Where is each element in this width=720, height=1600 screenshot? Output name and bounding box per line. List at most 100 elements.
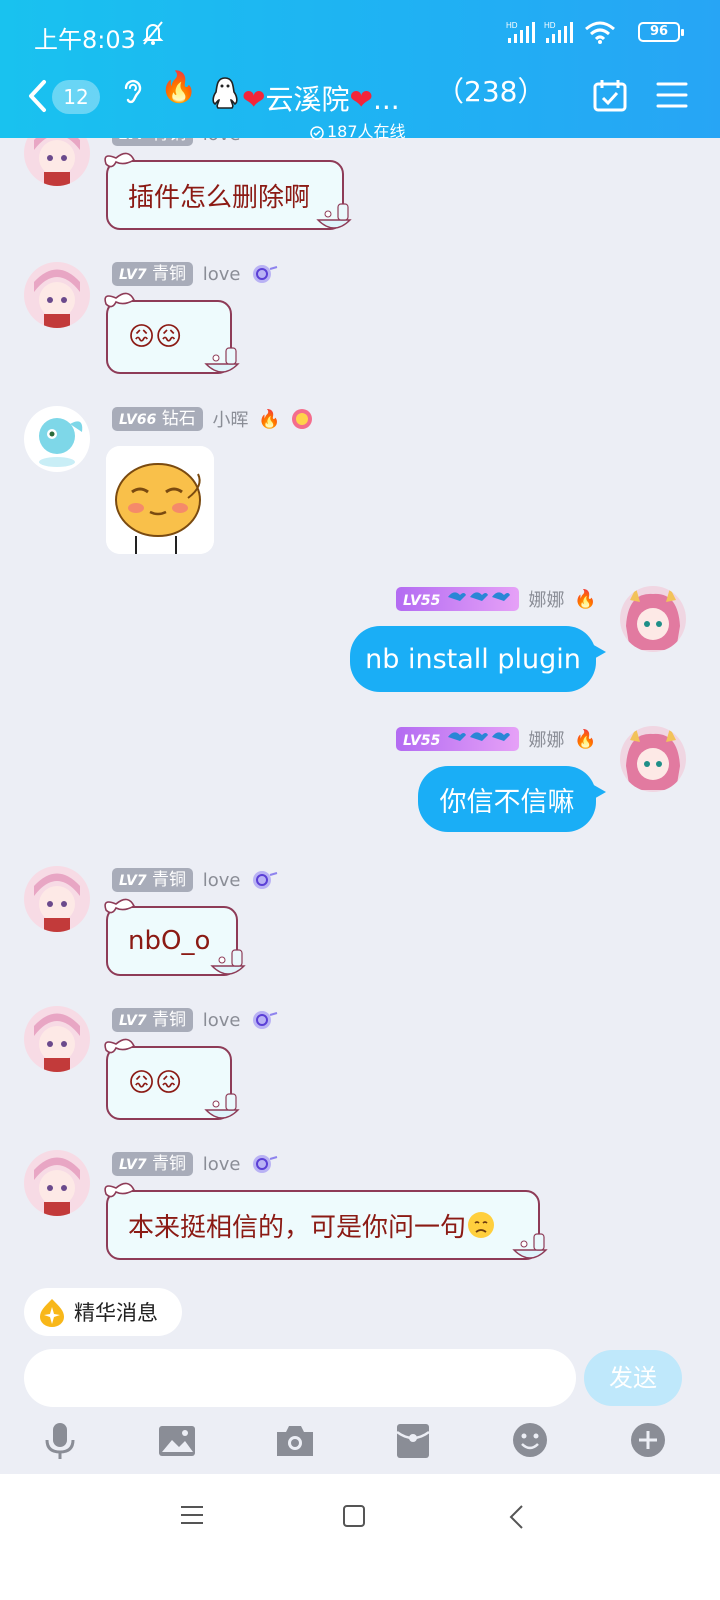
essence-label: 精华消息 [74,1301,158,1325]
sticker-image [106,446,214,554]
system-navigation-bar [0,1474,720,1600]
avatar-love[interactable] [24,1150,90,1216]
level-badge: LV55 [396,727,519,751]
sender-name[interactable]: 娜娜 [528,726,564,752]
sender-name[interactable]: love [203,1154,241,1175]
message-text: nb install plugin [365,643,581,675]
emoji-icon[interactable] [512,1422,548,1458]
avatar-nana[interactable] [620,586,686,652]
online-status[interactable]: 187人在线 [310,118,406,142]
level-badge: LV55 [396,587,519,611]
swirl-badge-icon [253,871,278,889]
image-icon[interactable] [158,1422,196,1458]
checkin-calendar-icon[interactable] [592,78,628,114]
message-meta: LV66 钻石 小晖 🔥 [112,406,314,432]
soap-decoration-icon [204,1093,240,1119]
home-square-icon[interactable] [342,1504,366,1528]
status-time: 上午8:03 [34,26,136,54]
bird-icon [447,732,510,741]
status-bar: 上午8:03 HD HD 96 [0,0,720,70]
soap-decoration-icon [210,949,246,975]
message-text: 你信不信嘛 [439,786,575,818]
online-count: 187人在线 [327,122,406,141]
sad-face-icon [468,1212,495,1238]
avatar-love[interactable] [24,262,90,328]
soap-decoration-icon [204,347,240,373]
avatar-love[interactable] [24,1006,90,1072]
nav-bar: 12 🔥 ❤云溪院❤... （238） 187人在线 [0,70,720,141]
sticker-message[interactable] [106,446,214,554]
message-text: nbO_o [128,926,211,956]
message-meta: LV55 娜娜 🔥 [396,726,597,752]
message-bubble[interactable]: 本来挺相信的，可是你问一句 [104,1182,548,1260]
avatar-love[interactable] [24,866,90,932]
bow-decoration-icon [104,898,136,914]
title-ellipsis: ... [372,83,400,116]
sender-name[interactable]: love [203,870,241,891]
essence-messages-button[interactable]: 精华消息 [24,1288,182,1336]
bow-decoration-icon [104,152,136,168]
swirl-badge-icon [253,1155,278,1173]
qq-penguin-icon [212,77,238,109]
unread-count-badge[interactable]: 12 [52,80,100,114]
wifi-icon [585,21,615,44]
back-icon[interactable] [26,78,48,114]
sender-name[interactable]: love [203,264,241,285]
battery-indicator: 96 [638,22,684,42]
heart-icon: ❤ [242,83,266,116]
ear-icon[interactable] [122,76,142,106]
level-badge: LV7 青铜 [112,1008,193,1032]
online-icon [310,125,324,140]
signal-hd-2-icon: HD [544,21,573,43]
group-name: 云溪院 [265,83,350,116]
message-meta: LV7 青铜 love [112,1152,278,1176]
message-text: 本来挺相信的，可是你问一句 [128,1212,467,1243]
fire-icon: 🔥 [160,70,198,105]
level-badge: LV7 青铜 [112,262,193,286]
send-button[interactable]: 发送 [584,1350,682,1406]
level-badge: LV7 青铜 [112,868,193,892]
fire-icon: 🔥 [574,588,597,610]
red-packet-icon[interactable] [396,1422,430,1460]
member-count[interactable]: （238） [436,70,545,110]
flower-badge-icon [292,409,313,429]
sender-name[interactable]: love [203,1010,241,1031]
bow-decoration-icon [104,1038,136,1054]
soap-decoration-icon [316,203,352,229]
message-input[interactable] [24,1349,576,1407]
self-message-bubble[interactable]: nb install plugin [350,626,606,692]
message-meta: LV55 娜娜 🔥 [396,586,597,612]
group-title[interactable]: ❤云溪院❤... [242,78,400,118]
plus-icon[interactable] [630,1422,666,1458]
camera-icon[interactable] [276,1422,314,1458]
message-bubble[interactable]: 插件怎么删除啊 [104,152,352,230]
bird-icon [447,592,510,601]
swirl-badge-icon [253,265,278,283]
svg-text:HD: HD [544,21,556,30]
message-text: 😖😖 [128,1068,183,1098]
message-meta: LV7 青铜 love [112,868,278,892]
avatar-nana[interactable] [620,726,686,792]
message-bubble[interactable]: nbO_o [104,898,246,976]
essence-flame-icon [40,1299,64,1327]
avatar-xiaohui[interactable] [24,406,90,472]
self-message-bubble[interactable]: 你信不信嘛 [418,766,606,832]
message-bubble[interactable]: 😖😖 [104,1038,240,1120]
soap-decoration-icon [512,1233,548,1259]
message-meta: LV7 青铜 love [112,1008,278,1032]
message-bubble[interactable]: 😖😖 [104,292,240,374]
message-text: 插件怎么删除啊 [128,182,311,213]
sender-name[interactable]: 小晖 [212,406,248,432]
system-back-icon[interactable] [508,1504,526,1530]
bow-decoration-icon [104,292,136,308]
heart-icon: ❤ [349,83,373,116]
menu-icon[interactable] [656,80,688,110]
fire-icon: 🔥 [258,408,281,430]
microphone-icon[interactable] [44,1422,76,1460]
recents-menu-icon[interactable] [180,1504,204,1526]
sender-name[interactable]: 娜娜 [528,586,564,612]
message-text: 😖😖 [128,322,183,352]
chat-header: 上午8:03 HD HD 96 12 🔥 ❤云溪院❤... （238） 187人… [0,0,720,141]
swirl-badge-icon [253,1011,278,1029]
bow-decoration-icon [104,1182,136,1198]
